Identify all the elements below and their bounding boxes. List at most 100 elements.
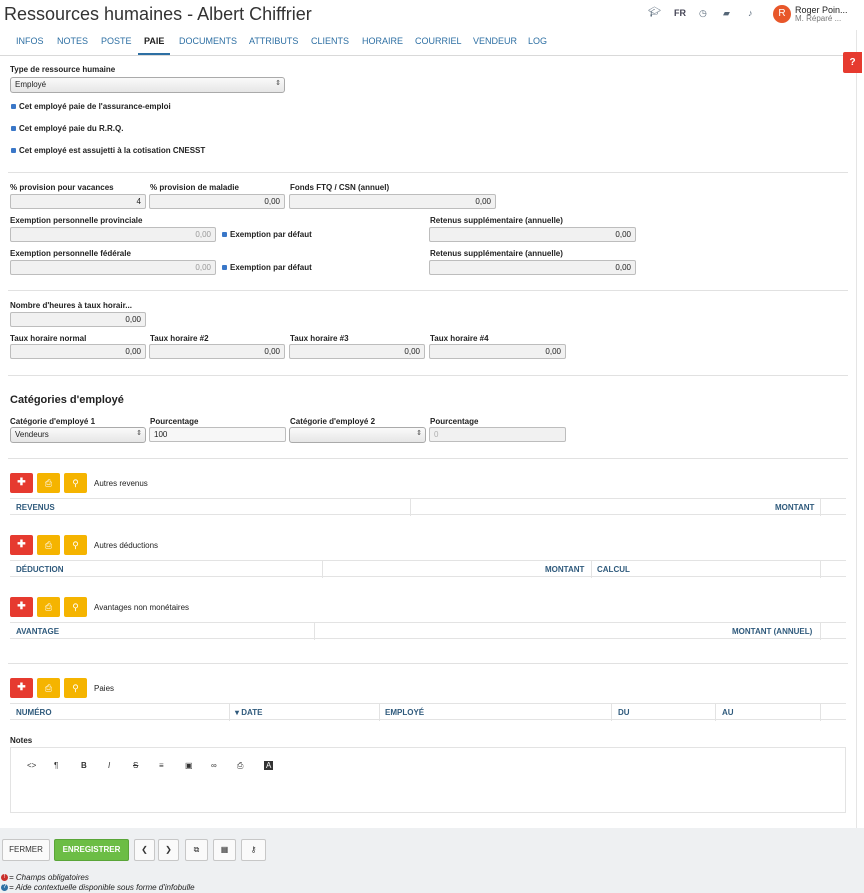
hours-field[interactable]: 0,00	[10, 312, 146, 327]
save-button[interactable]: ENREGISTRER	[54, 839, 129, 861]
print-paie-button[interactable]: ⎙	[37, 678, 60, 698]
col-deduction[interactable]: DÉDUCTION	[16, 565, 64, 574]
col-employe[interactable]: EMPLOYÉ	[385, 708, 424, 717]
rate-3-field[interactable]: 0,00	[289, 344, 425, 359]
clock-icon[interactable]: ◷	[699, 8, 707, 19]
italic-icon[interactable]: I	[108, 761, 110, 770]
pct2-field[interactable]: 0	[429, 427, 566, 442]
checkbox-assurance-emploi[interactable]	[11, 104, 16, 109]
tab-poste[interactable]: POSTE	[101, 36, 132, 46]
close-button[interactable]: FERMER	[2, 839, 50, 861]
checkbox-rrq[interactable]	[11, 126, 16, 131]
col-avantage[interactable]: AVANTAGE	[16, 627, 59, 636]
print-deduction-button[interactable]: ⎙	[37, 535, 60, 555]
tab-infos[interactable]: INFOS	[16, 36, 44, 46]
bell-icon[interactable]: ♪	[748, 8, 753, 18]
cat1-label: Catégorie d'employé 1	[10, 417, 96, 426]
rate-normal-field[interactable]: 0,00	[10, 344, 146, 359]
print-revenu-button[interactable]: ⎙	[37, 473, 60, 493]
text-style-icon[interactable]: A	[264, 761, 274, 770]
column-divider	[820, 704, 821, 721]
col-calcul[interactable]: CALCUL	[597, 565, 630, 574]
add-paie-button[interactable]: ✚	[10, 678, 33, 698]
search-deduction-button[interactable]: ⚲	[64, 535, 87, 555]
search-revenu-button[interactable]: ⚲	[64, 473, 87, 493]
image-icon[interactable]: ▣	[185, 761, 193, 770]
tab-paie[interactable]: PAIE	[144, 36, 164, 46]
paragraph-icon[interactable]: ¶	[54, 761, 58, 770]
retenus-prov-field[interactable]: 0,00	[429, 227, 636, 242]
tab-clients[interactable]: CLIENTS	[311, 36, 349, 46]
legend-help: ? = Aide contextuelle disponible sous for…	[1, 883, 195, 892]
list-icon[interactable]: ≡	[159, 761, 164, 770]
search-paie-button[interactable]: ⚲	[64, 678, 87, 698]
add-avantage-button[interactable]: ✚	[10, 597, 33, 617]
add-deduction-button[interactable]: ✚	[10, 535, 33, 555]
tab-documents[interactable]: DOCUMENTS	[179, 36, 237, 46]
vacation-field[interactable]: 4	[10, 194, 146, 209]
cat1-select[interactable]: Vendeurs ⇕	[10, 427, 146, 443]
print-avantage-button[interactable]: ⎙	[37, 597, 60, 617]
column-divider	[314, 623, 315, 640]
help-button[interactable]: ?	[843, 52, 862, 73]
cat2-select[interactable]: ⇕	[289, 427, 426, 443]
bold-icon[interactable]: B	[81, 761, 87, 770]
prov-exemption-field[interactable]: 0,00	[10, 227, 216, 242]
strikethrough-icon[interactable]: S	[133, 761, 138, 770]
rate-4-field[interactable]: 0,00	[429, 344, 566, 359]
sick-field[interactable]: 0,00	[149, 194, 285, 209]
cat2-label: Catégorie d'employé 2	[290, 417, 376, 426]
fed-exemption-field[interactable]: 0,00	[10, 260, 216, 275]
legend-required-text: = Champs obligatoires	[9, 873, 89, 882]
col-date[interactable]: ▾ DATE	[235, 708, 262, 717]
pct1-field[interactable]: 100	[149, 427, 286, 442]
retenus-fed-field[interactable]: 0,00	[429, 260, 636, 275]
col-montant[interactable]: MONTANT	[775, 503, 814, 512]
tab-horaire[interactable]: HORAIRE	[362, 36, 403, 46]
checkbox-cnesst[interactable]	[11, 148, 16, 153]
help-icon: ?	[1, 884, 8, 892]
col-montant[interactable]: MONTANT	[545, 565, 584, 574]
col-au[interactable]: AU	[722, 708, 734, 717]
checkbox-prov-default[interactable]	[222, 232, 227, 237]
col-numero[interactable]: NUMÉRO	[16, 708, 52, 717]
search-avantage-button[interactable]: ⚲	[64, 597, 87, 617]
code-view-icon[interactable]: <>	[27, 761, 36, 770]
tab-log[interactable]: LOG	[528, 36, 547, 46]
column-divider	[229, 704, 230, 721]
chat-icon[interactable]: ▰	[723, 8, 730, 19]
avatar[interactable]: R	[773, 5, 791, 23]
copy-icon[interactable]: ⧉	[185, 839, 208, 861]
next-icon[interactable]: ❯	[158, 839, 179, 861]
select-arrows-icon: ⇕	[416, 430, 422, 437]
tab-vendeur[interactable]: VENDEUR	[473, 36, 517, 46]
col-montant-annuel[interactable]: MONTANT (ANNUEL)	[732, 627, 812, 636]
hr-type-select[interactable]: Employé ⇕	[10, 77, 285, 93]
link-icon[interactable]: ∞	[211, 761, 217, 770]
top-bar: Ressources humaines - Albert Chiffrier 🎓…	[0, 0, 864, 30]
column-divider	[611, 704, 612, 721]
col-revenus[interactable]: REVENUS	[16, 503, 55, 512]
checkbox-fed-default[interactable]	[222, 265, 227, 270]
previous-icon[interactable]: ❮	[134, 839, 155, 861]
notes-editor[interactable]: <> ¶ B I S ≡ ▣ ∞ ⎙ A	[10, 747, 846, 813]
print-icon[interactable]: ⎙	[237, 761, 243, 771]
tab-attributs[interactable]: ATTRIBUTS	[249, 36, 298, 46]
col-du[interactable]: DU	[618, 708, 630, 717]
tab-courriel[interactable]: COURRIEL	[415, 36, 462, 46]
deductions-table-header: DÉDUCTION MONTANT CALCUL	[10, 560, 846, 578]
language-button[interactable]: FR	[674, 8, 686, 18]
tab-notes[interactable]: NOTES	[57, 36, 88, 46]
revenus-table-header: REVENUS MONTANT	[10, 498, 846, 516]
add-revenu-button[interactable]: ✚	[10, 473, 33, 493]
active-tab-indicator	[138, 53, 170, 55]
ftq-field[interactable]: 0,00	[289, 194, 496, 209]
rate-2-field[interactable]: 0,00	[149, 344, 285, 359]
sick-label: % provision de maladie	[150, 183, 239, 192]
hours-label: Nombre d'heures à taux horair...	[10, 301, 132, 310]
key-icon[interactable]: ⚷	[241, 839, 266, 861]
legend-required: ! = Champs obligatoires	[1, 873, 89, 882]
column-divider	[379, 704, 380, 721]
graduation-cap-icon[interactable]: 🎓︎	[648, 7, 661, 18]
calendar-icon[interactable]: ▦	[213, 839, 236, 861]
